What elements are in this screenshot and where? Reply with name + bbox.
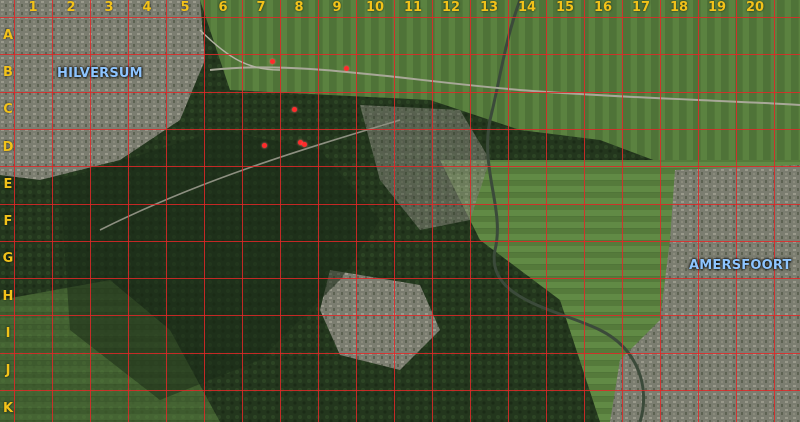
row-label: I [5, 326, 11, 342]
grid-line-vertical [166, 0, 167, 422]
grid-line-horizontal [0, 203, 800, 205]
column-label: 7 [256, 0, 266, 15]
grid-line-vertical [90, 0, 91, 422]
column-label: 5 [180, 0, 190, 15]
grid-line-horizontal [0, 352, 800, 354]
grid-line-vertical [204, 0, 205, 422]
column-label: 3 [104, 0, 114, 15]
column-label: 4 [142, 0, 152, 15]
grid-line-vertical [546, 0, 547, 422]
satellite-imagery [0, 0, 800, 422]
column-label: 9 [332, 0, 342, 15]
location-marker [344, 66, 349, 71]
grid-line-vertical [128, 0, 129, 422]
location-marker [302, 142, 307, 147]
row-label: A [2, 27, 14, 43]
column-label: 18 [669, 0, 689, 15]
grid-line-horizontal [0, 166, 800, 168]
row-label: J [5, 363, 11, 379]
row-label: D [2, 139, 14, 155]
grid-line-vertical [622, 0, 623, 422]
grid-line-vertical [318, 0, 319, 422]
grid-line-vertical [774, 0, 775, 422]
location-marker [270, 59, 275, 64]
column-label: 2 [66, 0, 76, 15]
column-label: 1 [28, 0, 38, 15]
column-label: 8 [294, 0, 304, 15]
column-label: 20 [745, 0, 765, 15]
grid-line-vertical [660, 0, 661, 422]
aerial-map: 1 2 3 4 5 6 7 8 9 10 11 12 13 14 15 16 17 18 19 20 ABCDEFGH… [0, 0, 800, 422]
grid-line-vertical [432, 0, 433, 422]
grid-line-vertical [470, 0, 471, 422]
town-label-amersfoort: AMERSFOORT [689, 258, 792, 273]
grid-line-vertical [280, 0, 281, 422]
column-label: 14 [517, 0, 537, 15]
grid-line-horizontal [0, 315, 800, 317]
grid-line-horizontal [0, 128, 800, 130]
grid-line-vertical [508, 0, 509, 422]
grid-line-vertical [584, 0, 585, 422]
column-label: 16 [593, 0, 613, 15]
location-marker [262, 143, 267, 148]
column-label: 12 [441, 0, 461, 15]
column-label: 11 [403, 0, 423, 15]
column-label: 17 [631, 0, 651, 15]
grid-line-horizontal [0, 54, 800, 56]
row-label: C [3, 102, 13, 118]
row-label: H [2, 288, 14, 304]
row-label: E [3, 176, 13, 192]
grid-line-horizontal [0, 390, 800, 391]
row-label: K [2, 400, 14, 416]
column-label: 15 [555, 0, 575, 15]
grid-line-vertical [698, 0, 699, 422]
grid-line-vertical [52, 0, 53, 422]
grid-line-vertical [14, 0, 15, 422]
row-label: F [3, 214, 13, 230]
column-label: 10 [365, 0, 385, 15]
town-label-hilversum: HILVERSUM [57, 66, 143, 81]
row-label: B [3, 64, 13, 80]
column-label: 19 [707, 0, 727, 15]
row-label: G [2, 251, 14, 267]
grid-line-vertical [356, 0, 357, 422]
grid-line-horizontal [0, 17, 800, 18]
location-marker [292, 107, 297, 112]
grid-line-vertical [242, 0, 243, 422]
grid-line-vertical [394, 0, 395, 422]
grid-line-horizontal [0, 240, 800, 242]
column-label: 13 [479, 0, 499, 15]
grid-line-vertical [736, 0, 737, 422]
grid-line-horizontal [0, 91, 800, 93]
grid-line-horizontal [0, 278, 800, 280]
column-label: 6 [218, 0, 228, 15]
